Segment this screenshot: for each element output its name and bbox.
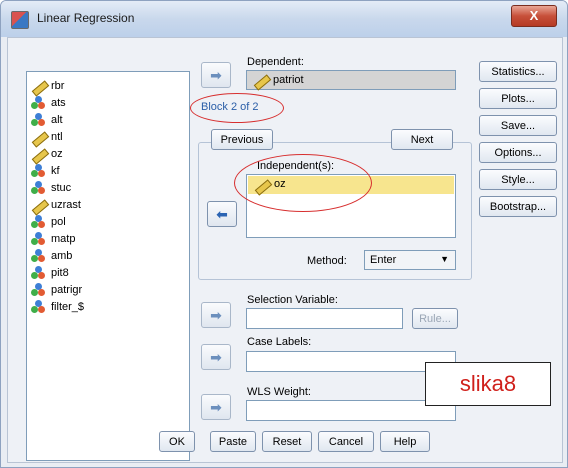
variable-item[interactable]: filter_$ [31,299,84,315]
title-bar: Linear Regression X [1,1,567,37]
options-button[interactable]: Options... [479,142,557,163]
save-button[interactable]: Save... [479,115,557,136]
ok-button[interactable]: OK [159,431,195,452]
plots-button[interactable]: Plots... [479,88,557,109]
variable-label: patrigr [51,284,83,296]
dependent-value: patriot [273,74,304,86]
variable-item[interactable]: pit8 [31,265,69,281]
variable-label: amb [51,250,73,262]
chevron-down-icon: ▼ [440,254,449,264]
variable-label: ntl [51,131,63,143]
nominal-icon [31,181,47,195]
nominal-icon [31,113,47,127]
move-to-wls-button[interactable]: ➡ [201,394,231,420]
ruler-icon [31,79,47,93]
reset-button[interactable]: Reset [262,431,312,452]
move-to-dependent-button[interactable]: ➡ [201,62,231,88]
ruler-icon [31,130,47,144]
nominal-icon [31,96,47,110]
ruler-icon [253,73,269,87]
variable-label: filter_$ [51,301,85,313]
variable-item[interactable]: ntl [31,129,63,145]
nominal-icon [31,164,47,178]
window-title: Linear Regression [37,11,135,25]
statistics-button[interactable]: Statistics... [479,61,557,82]
nominal-icon [31,266,47,280]
ruler-icon [31,147,47,161]
bootstrap-button[interactable]: Bootstrap... [479,196,557,217]
variable-list[interactable]: rbr ats alt ntl oz kf stuc uzrast pol matp amb pit8… [26,71,190,461]
previous-button[interactable]: Previous [211,129,273,150]
app-icon [11,11,29,29]
paste-button[interactable]: Paste [210,431,256,452]
annotation-ellipse-independent [234,154,372,212]
variable-item[interactable]: ats [31,95,66,111]
move-to-independent-button[interactable]: ⬅ [207,201,237,227]
variable-label: oz [51,148,63,160]
method-label: Method: [307,255,347,267]
variable-label: uzrast [51,199,81,211]
annotation-label: slika8 [425,362,551,406]
variable-item[interactable]: uzrast [31,197,81,213]
selection-field[interactable] [246,308,403,329]
move-to-selection-button[interactable]: ➡ [201,302,231,328]
close-button[interactable]: X [511,5,557,27]
variable-label: alt [51,114,63,126]
variable-item[interactable]: stuc [31,180,71,196]
annotation-ellipse-block [190,93,284,123]
variable-label: pol [51,216,66,228]
nominal-icon [31,249,47,263]
variable-item[interactable]: oz [31,146,63,162]
method-select[interactable]: Enter ▼ [364,250,456,270]
variable-label: pit8 [51,267,69,279]
variable-label: matp [51,233,76,245]
variable-label: kf [51,165,60,177]
case-labels-label: Case Labels: [247,336,312,348]
next-button[interactable]: Next [391,129,453,150]
help-button[interactable]: Help [380,431,430,452]
method-value: Enter [370,254,397,266]
dependent-label: Dependent: [247,56,304,68]
variable-item[interactable]: alt [31,112,63,128]
variable-item[interactable]: rbr [31,78,64,94]
selection-label: Selection Variable: [247,294,338,306]
variable-label: stuc [51,182,72,194]
variable-label: ats [51,97,66,109]
variable-item[interactable]: patrigr [31,282,82,298]
dependent-field[interactable]: patriot [246,70,456,90]
cancel-button[interactable]: Cancel [318,431,374,452]
nominal-icon [31,215,47,229]
variable-item[interactable]: kf [31,163,60,179]
rule-button[interactable]: Rule... [412,308,458,329]
ruler-icon [31,198,47,212]
move-to-case-labels-button[interactable]: ➡ [201,344,231,370]
variable-item[interactable]: amb [31,248,72,264]
variable-label: rbr [51,80,65,92]
wls-label: WLS Weight: [247,386,311,398]
nominal-icon [31,283,47,297]
style-button[interactable]: Style... [479,169,557,190]
nominal-icon [31,232,47,246]
variable-item[interactable]: matp [31,231,75,247]
variable-item[interactable]: pol [31,214,66,230]
nominal-icon [31,300,47,314]
